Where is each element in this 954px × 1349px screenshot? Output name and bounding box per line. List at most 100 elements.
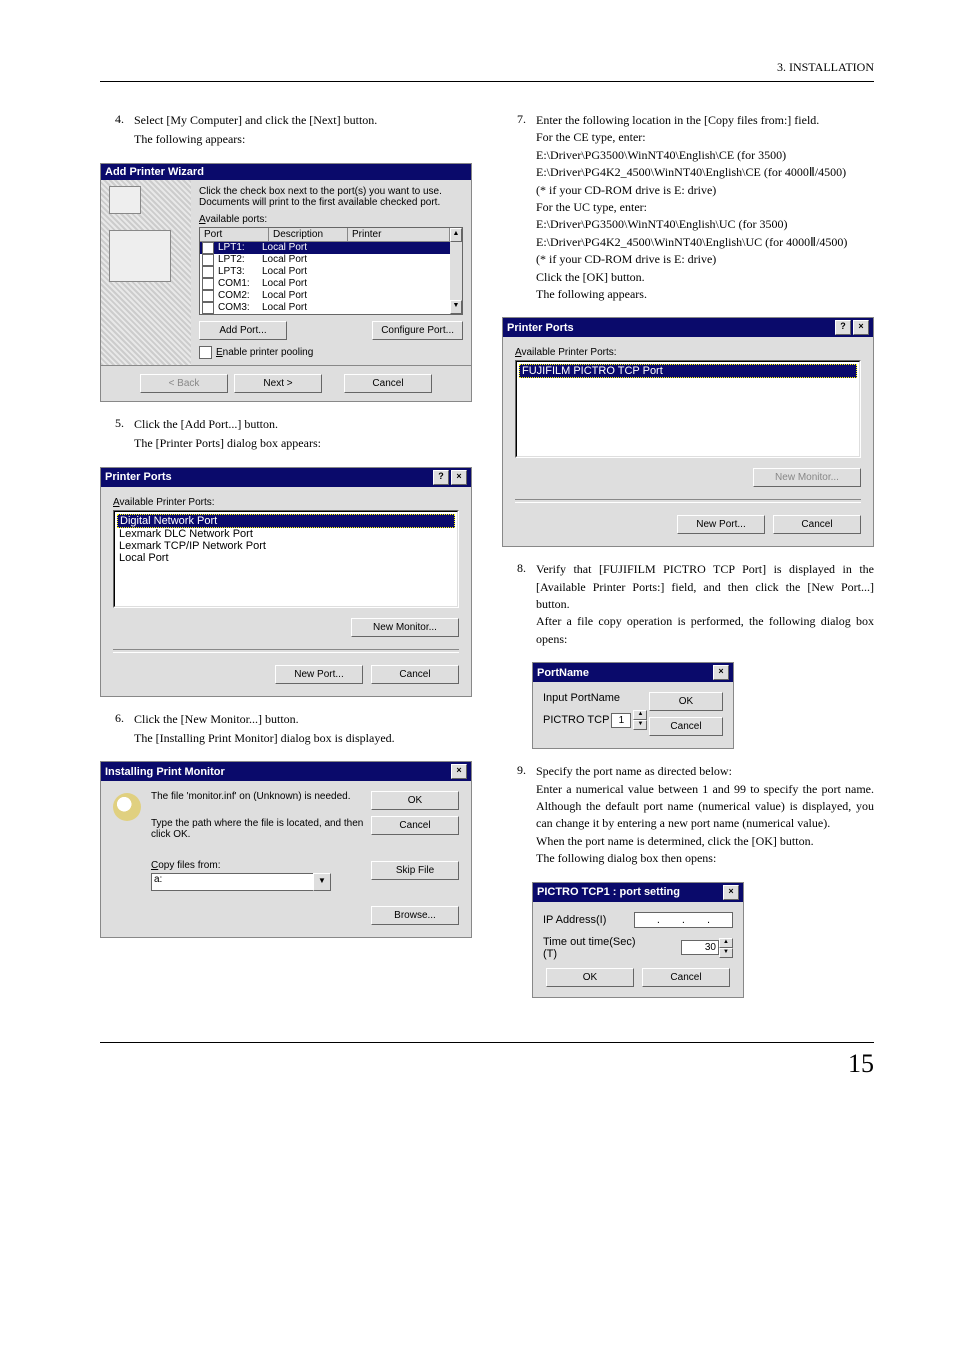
cancel-button[interactable]: Cancel <box>642 968 730 987</box>
ports-table[interactable]: Port Description Printer LPT1:Local Port… <box>199 227 463 315</box>
cancel-button[interactable]: Cancel <box>649 717 723 736</box>
col-port: Port <box>200 228 269 241</box>
close-icon[interactable]: × <box>853 320 869 335</box>
new-port-button[interactable]: New Port... <box>275 665 363 684</box>
port-row[interactable]: COM3:Local Port <box>200 302 450 314</box>
step6-text: Click the <box>134 712 181 726</box>
help-icon[interactable]: ? <box>835 320 851 335</box>
scroll-up-icon[interactable]: ▲ <box>450 228 462 242</box>
help-icon[interactable]: ? <box>433 470 449 485</box>
available-ports-label: AAvailable ports:vailable ports: <box>199 214 463 225</box>
ip-address-label: IP Address(I) <box>543 914 634 926</box>
available-ports-label: Available Printer Ports: <box>113 497 459 508</box>
spinner[interactable]: ▲ ▼ <box>633 710 647 730</box>
titlebar: PortName × <box>533 663 733 682</box>
cancel-button[interactable]: Cancel <box>773 515 861 534</box>
new-monitor-button[interactable]: New Monitor... <box>351 618 459 637</box>
copy-from-label: Copy files from: <box>151 860 377 871</box>
list-item[interactable]: Digital Network Port <box>117 514 455 528</box>
installing-print-monitor-dialog: Installing Print Monitor × The file 'mon… <box>100 761 472 938</box>
checkbox-icon[interactable] <box>199 346 212 359</box>
dialog-title: Add Printer Wizard <box>105 166 204 178</box>
step-number: 4. <box>100 112 134 149</box>
ok-button[interactable]: OK <box>371 791 459 810</box>
close-icon[interactable]: × <box>451 470 467 485</box>
checkbox-icon[interactable] <box>202 242 214 254</box>
col-description: Description <box>269 228 348 241</box>
chevron-down-icon[interactable]: ▼ <box>633 720 647 730</box>
portname-input[interactable]: 1 <box>611 713 631 728</box>
cancel-button[interactable]: Cancel <box>344 374 432 393</box>
chevron-up-icon[interactable]: ▲ <box>719 938 733 948</box>
step-number: 9. <box>502 763 536 867</box>
new-port-button[interactable]: New Port... <box>677 515 765 534</box>
combo-input[interactable]: a: <box>151 873 313 891</box>
pictro-tcp-label: PICTRO TCP <box>543 714 609 726</box>
step4-mycomputer: [My Computer] <box>166 113 242 127</box>
step6-newmonitor: [New Monitor...] <box>181 712 262 726</box>
checkbox-icon[interactable] <box>202 302 214 314</box>
step-number: 6. <box>100 711 134 748</box>
copy-from-combo[interactable]: a: ▼ <box>151 873 331 891</box>
separator <box>515 499 861 503</box>
next-button[interactable]: Next > <box>234 374 322 393</box>
dialog-title: Printer Ports <box>507 322 574 334</box>
checkbox-icon[interactable] <box>202 290 214 302</box>
configure-port-button[interactable]: Configure Port... <box>372 321 463 340</box>
chevron-up-icon[interactable]: ▲ <box>633 710 647 720</box>
list-item[interactable]: Lexmark TCP/IP Network Port <box>117 540 455 552</box>
port-row[interactable]: LPT1:Local Port <box>200 242 450 254</box>
new-monitor-button: New Monitor... <box>753 468 861 487</box>
col-printer: Printer <box>348 228 450 241</box>
chevron-down-icon[interactable]: ▼ <box>719 948 733 958</box>
enable-pooling-check[interactable]: Enable printer pooling <box>199 346 463 359</box>
step-number: 5. <box>100 416 134 453</box>
scrollbar[interactable]: ▲ ▼ <box>450 228 462 314</box>
port-setting-dialog: PICTRO TCP1 : port setting × IP Address(… <box>532 882 744 998</box>
list-item[interactable]: FUJIFILM PICTRO TCP Port <box>519 364 857 378</box>
checkbox-icon[interactable] <box>202 278 214 290</box>
portname-dialog: PortName × Input PortName PICTRO TCP 1 ▲ <box>532 662 734 749</box>
skip-file-button[interactable]: Skip File <box>371 861 459 880</box>
port-row[interactable]: LPT3:Local Port <box>200 266 450 278</box>
spinner[interactable]: ▲ ▼ <box>719 938 733 958</box>
timeout-input[interactable]: 30 <box>681 940 719 955</box>
dialog-title: PICTRO TCP1 : port setting <box>537 886 680 898</box>
step4-next: [Next] <box>309 113 340 127</box>
port-row[interactable]: LPT2:Local Port <box>200 254 450 266</box>
close-icon[interactable]: × <box>713 665 729 680</box>
port-row[interactable]: COM2:Local Port <box>200 290 450 302</box>
close-icon[interactable]: × <box>723 885 739 900</box>
ports-listbox[interactable]: Digital Network Port Lexmark DLC Network… <box>113 510 459 608</box>
add-printer-wizard-dialog: Add Printer Wizard Click the check box n… <box>100 163 472 402</box>
port-row[interactable]: COM1:Local Port <box>200 278 450 290</box>
printer-ports-dialog-2: Printer Ports ? × Available Printer Port… <box>502 317 874 547</box>
step-number: 8. <box>502 561 536 648</box>
list-item[interactable]: Local Port <box>117 552 455 564</box>
close-icon[interactable]: × <box>451 764 467 779</box>
step5-addport: [Add Port...] <box>181 417 242 431</box>
list-item[interactable]: Lexmark DLC Network Port <box>117 528 455 540</box>
cancel-button[interactable]: Cancel <box>371 665 459 684</box>
titlebar: Printer Ports ? × <box>101 468 471 487</box>
browse-button[interactable]: Browse... <box>371 906 459 925</box>
step-number: 7. <box>502 112 536 303</box>
scroll-down-icon[interactable]: ▼ <box>450 300 462 314</box>
step4-text: Select <box>134 113 166 127</box>
ok-button[interactable]: OK <box>649 692 723 711</box>
ip-address-input[interactable]: . . . <box>634 912 733 928</box>
add-port-button[interactable]: Add Port... <box>199 321 287 340</box>
cancel-button[interactable]: Cancel <box>371 816 459 835</box>
step4-text: button. <box>341 113 378 127</box>
chevron-down-icon[interactable]: ▼ <box>313 873 331 891</box>
disk-icon <box>113 793 141 821</box>
ipm-instruction: Type the path where the file is located,… <box>151 818 377 840</box>
ports-listbox[interactable]: FUJIFILM PICTRO TCP Port <box>515 360 861 458</box>
dialog-title: Printer Ports <box>105 471 172 483</box>
checkbox-icon[interactable] <box>202 254 214 266</box>
header-section: 3. INSTALLATION <box>100 60 874 75</box>
titlebar: PICTRO TCP1 : port setting × <box>533 883 743 902</box>
ok-button[interactable]: OK <box>546 968 634 987</box>
checkbox-icon[interactable] <box>202 266 214 278</box>
printer-ports-dialog: Printer Ports ? × Available Printer Port… <box>100 467 472 697</box>
